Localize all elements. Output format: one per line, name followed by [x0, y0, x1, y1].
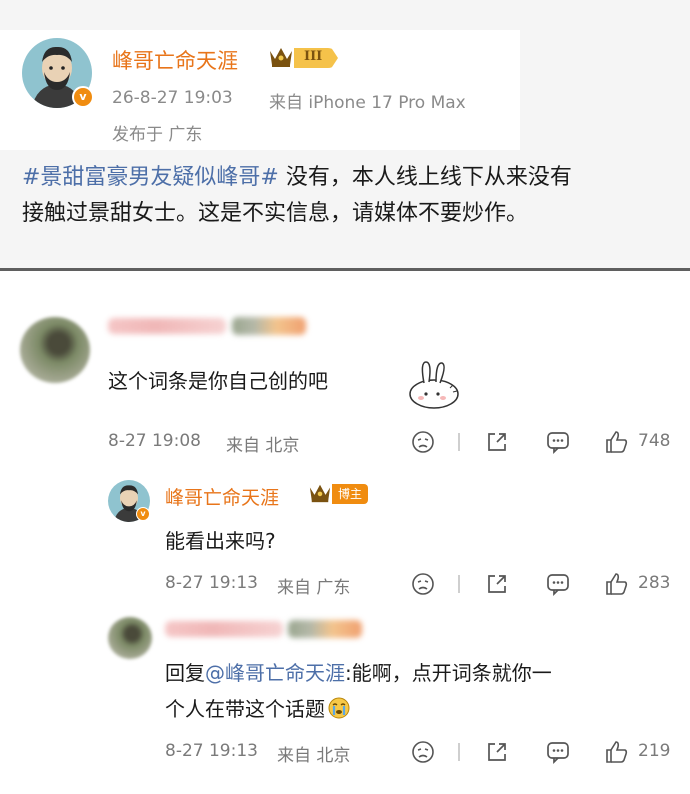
mention-link[interactable]: @峰哥亡命天涯: [205, 661, 345, 685]
post-body-line2: 接触过景甜女士。这是不实信息，请媒体不要炒作。: [22, 201, 529, 226]
like-icon[interactable]: [604, 429, 630, 455]
post-body-line1: 没有，本人线上线下从来没有: [278, 165, 572, 190]
weibo-post: v 峰哥亡命天涯 III 26-8-27 19:03 来自 iPhone 17 …: [0, 0, 690, 270]
post-location: 发布于 广东: [112, 125, 203, 145]
level-badge: III: [294, 48, 338, 68]
bunny-sticker: [409, 361, 459, 409]
commenter-name-blurred: [108, 318, 226, 334]
reply-prefix: 回复: [165, 661, 205, 685]
action-separator: [458, 433, 460, 451]
share-icon[interactable]: [484, 739, 510, 765]
reply-author-name[interactable]: 峰哥亡命天涯: [165, 483, 279, 510]
like-icon[interactable]: [604, 571, 630, 597]
action-separator: [458, 743, 460, 761]
reply-text-line2: 个人在带这个话题: [165, 697, 325, 721]
reply-text-line1: :能啊，点开词条就你一: [345, 661, 552, 685]
level-text: III: [304, 49, 323, 64]
comment-location: 来自 北京: [226, 436, 300, 456]
topic-link[interactable]: #景甜富豪男友疑似峰哥#: [22, 165, 279, 190]
share-icon[interactable]: [484, 429, 510, 455]
comment-icon[interactable]: [545, 571, 571, 597]
section-divider: [0, 268, 690, 271]
reply-location: 来自 广东: [277, 578, 351, 598]
reply-text: 能看出来吗?: [165, 529, 276, 553]
verified-badge: v: [136, 507, 150, 521]
dislike-icon[interactable]: [410, 429, 436, 455]
reply-location: 来自 北京: [277, 746, 351, 766]
comment-icon[interactable]: [545, 429, 571, 455]
post-timestamp: 26-8-27 19:03: [112, 88, 233, 108]
verified-badge: v: [72, 86, 94, 108]
crying-emoji-icon: [328, 697, 350, 719]
dislike-icon[interactable]: [410, 571, 436, 597]
crown-icon: [309, 484, 331, 503]
host-badge: 博主: [332, 484, 369, 504]
comment-text: 这个词条是你自己创的吧: [108, 369, 328, 393]
reply-actions: 8-27 19:13 来自 北京 219: [165, 739, 678, 766]
replier-avatar[interactable]: [108, 617, 152, 659]
comment-icon[interactable]: [545, 739, 571, 765]
dislike-icon[interactable]: [410, 739, 436, 765]
post-source: 来自 iPhone 17 Pro Max: [269, 93, 466, 113]
crown-icon: [270, 48, 292, 67]
commenter-badge-blurred: [232, 317, 306, 335]
comment-actions: 8-27 19:08 来自 北京 748: [108, 429, 678, 456]
reply-text: 回复@峰哥亡命天涯:能啊，点开词条就你一 个人在带这个话题: [165, 655, 552, 727]
action-separator: [458, 575, 460, 593]
comment-time: 8-27 19:08: [108, 431, 201, 451]
reply-actions: 8-27 19:13 来自 广东 283: [165, 571, 678, 598]
post-body: #景甜富豪男友疑似峰哥# 没有，本人线上线下从来没有 接触过景甜女士。这是不实信…: [22, 160, 672, 232]
like-count: 748: [638, 431, 671, 451]
share-icon[interactable]: [484, 571, 510, 597]
like-count: 283: [638, 573, 671, 593]
like-count: 219: [638, 741, 671, 761]
replier-badge-blurred: [288, 620, 362, 638]
replier-name-blurred: [165, 621, 283, 637]
reply-time: 8-27 19:13: [165, 741, 258, 761]
commenter-avatar[interactable]: [20, 317, 90, 383]
like-icon[interactable]: [604, 739, 630, 765]
reply-time: 8-27 19:13: [165, 573, 258, 593]
post-author-name[interactable]: 峰哥亡命天涯: [112, 45, 238, 75]
